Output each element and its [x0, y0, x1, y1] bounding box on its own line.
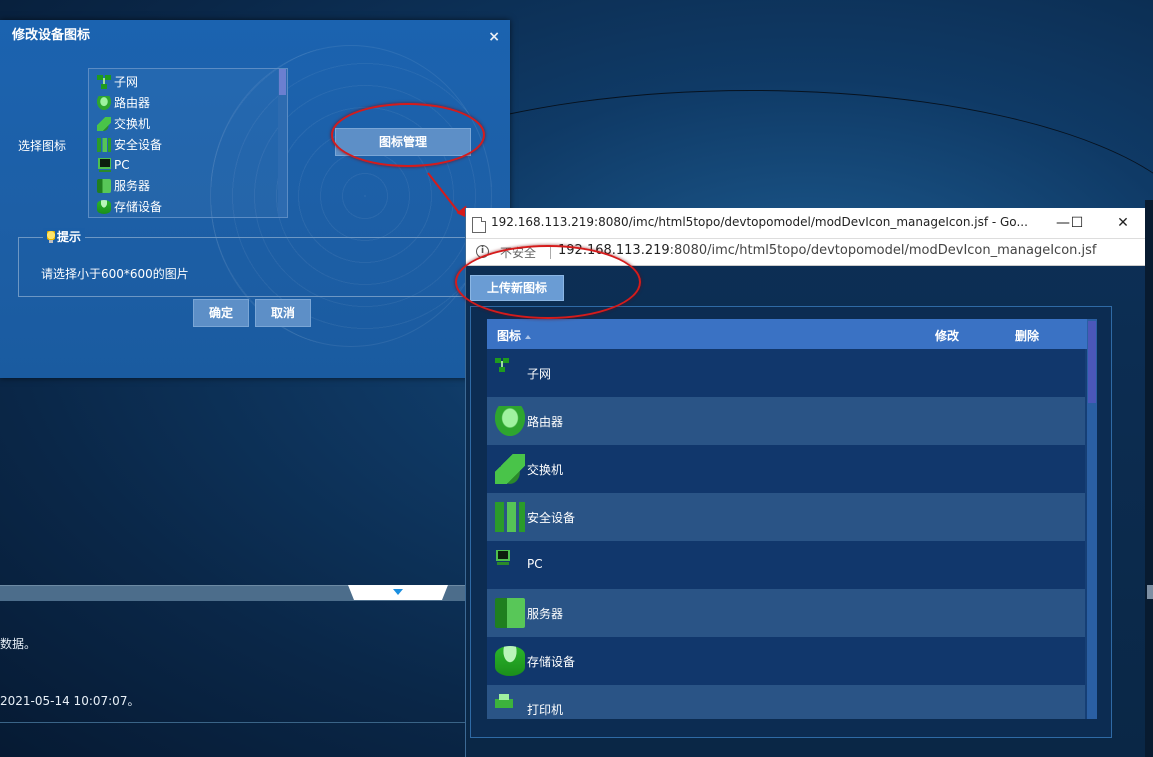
subnet-icon	[97, 74, 111, 89]
table-row[interactable]: 存储设备	[487, 637, 1085, 685]
close-icon[interactable]: ×	[488, 29, 500, 45]
table-row[interactable]: 安全设备	[487, 493, 1085, 541]
server-icon	[97, 178, 111, 193]
table-row[interactable]: 交换机	[487, 445, 1085, 493]
router-icon	[97, 95, 111, 110]
switch-icon	[97, 116, 111, 131]
address-bar[interactable]: i 不安全 192.168.113.219:8080/imc/html5topo…	[466, 238, 1146, 266]
column-icon[interactable]: 图标	[497, 327, 532, 344]
list-item[interactable]: 交换机	[97, 114, 150, 133]
icon-select-list[interactable]: 子网 路由器 交换机 安全设备 PC 服务器 存储设备	[88, 68, 288, 218]
background-timestamp: 2021-05-14 10:07:07。	[0, 694, 140, 708]
chevron-down-icon	[393, 589, 403, 595]
row-label: 路由器	[527, 415, 564, 429]
grid-scrollbar[interactable]	[1087, 319, 1097, 719]
background-text-1: 数据。	[0, 637, 37, 651]
window-titlebar: 192.168.113.219:8080/imc/html5topo/devto…	[466, 208, 1146, 238]
subnet-icon	[495, 358, 525, 388]
list-scrollbar[interactable]	[278, 69, 287, 217]
icon-grid-frame: 图标 修改 删除 子网 路由器 交换机 安全设备 PC 服务器 存储设备 打印机	[470, 306, 1112, 738]
tip-text: 请选择小于600*600的图片	[41, 267, 189, 281]
url-host: 192.168.113.219	[558, 243, 670, 258]
list-item-label: PC	[114, 157, 130, 172]
window-close-button[interactable]: ✕	[1108, 212, 1138, 234]
grid-header: 图标 修改 删除	[487, 319, 1087, 349]
switch-icon	[495, 454, 525, 484]
cancel-button[interactable]: 取消	[255, 299, 311, 327]
router-icon	[495, 406, 525, 436]
list-item[interactable]: 安全设备	[97, 135, 162, 154]
row-label: 子网	[527, 367, 552, 381]
row-label: 打印机	[527, 703, 564, 717]
storage-icon	[495, 646, 525, 676]
table-row[interactable]: PC	[487, 541, 1085, 589]
url-text[interactable]: 192.168.113.219:8080/imc/html5topo/devto…	[558, 243, 1096, 258]
icon-manage-window: 192.168.113.219:8080/imc/html5topo/devto…	[465, 208, 1146, 757]
url-path: :8080/imc/html5topo/devtopomodel/modDevI…	[669, 243, 1097, 258]
pc-icon	[495, 550, 525, 580]
row-label: PC	[527, 557, 543, 571]
tip-title: 提示	[57, 230, 82, 244]
list-item-label: 安全设备	[114, 138, 163, 152]
security-status: 不安全	[500, 246, 537, 260]
security-device-icon	[495, 502, 525, 532]
ok-button[interactable]: 确定	[193, 299, 249, 327]
lightbulb-icon	[47, 230, 55, 243]
window-title: 192.168.113.219:8080/imc/html5topo/devto…	[491, 215, 1028, 229]
page-icon	[472, 217, 486, 233]
column-delete: 删除	[1015, 329, 1040, 343]
row-label: 存储设备	[527, 655, 576, 669]
maximize-button[interactable]: ☐	[1062, 212, 1092, 234]
table-row[interactable]: 服务器	[487, 589, 1085, 637]
security-device-icon	[97, 137, 111, 152]
dialog-title: 修改设备图标	[12, 28, 91, 43]
tip-legend: 提示	[43, 228, 86, 245]
collapse-tab[interactable]	[348, 585, 448, 600]
pc-icon	[97, 157, 111, 172]
server-icon	[495, 598, 525, 628]
modify-device-icon-dialog: 修改设备图标 × 选择图标 子网 路由器 交换机 安全设备 PC 服务器 存储设…	[0, 20, 510, 378]
sort-icon	[525, 334, 532, 339]
right-scrollbar[interactable]	[1145, 200, 1153, 757]
divider	[0, 722, 465, 723]
list-item-label: 路由器	[114, 96, 151, 110]
select-icon-label: 选择图标	[18, 139, 67, 153]
list-item[interactable]: 服务器	[97, 176, 150, 195]
upload-new-icon-button[interactable]: 上传新图标	[470, 275, 564, 301]
divider	[550, 245, 551, 259]
printer-icon	[495, 694, 525, 719]
list-item[interactable]: 子网	[97, 72, 138, 91]
table-row[interactable]: 路由器	[487, 397, 1085, 445]
icon-manage-button[interactable]: 图标管理	[335, 128, 471, 156]
row-label: 交换机	[527, 463, 564, 477]
list-item[interactable]: 路由器	[97, 93, 150, 112]
tip-box: 提示 请选择小于600*600的图片	[18, 228, 494, 297]
table-row[interactable]: 打印机	[487, 685, 1085, 719]
list-item[interactable]: 存储设备	[97, 197, 162, 216]
column-icon-label: 图标	[497, 329, 522, 343]
storage-icon	[97, 199, 111, 214]
list-item-label: 存储设备	[114, 200, 163, 214]
list-item-label: 子网	[114, 75, 139, 89]
list-item-label: 交换机	[114, 117, 151, 131]
column-edit: 修改	[935, 329, 960, 343]
icon-grid: 图标 修改 删除 子网 路由器 交换机 安全设备 PC 服务器 存储设备 打印机	[487, 319, 1097, 719]
row-label: 安全设备	[527, 511, 576, 525]
info-icon[interactable]: i	[476, 245, 489, 258]
table-row[interactable]: 子网	[487, 349, 1085, 397]
row-label: 服务器	[527, 607, 564, 621]
list-item-label: 服务器	[114, 179, 151, 193]
list-item[interactable]: PC	[97, 155, 130, 174]
